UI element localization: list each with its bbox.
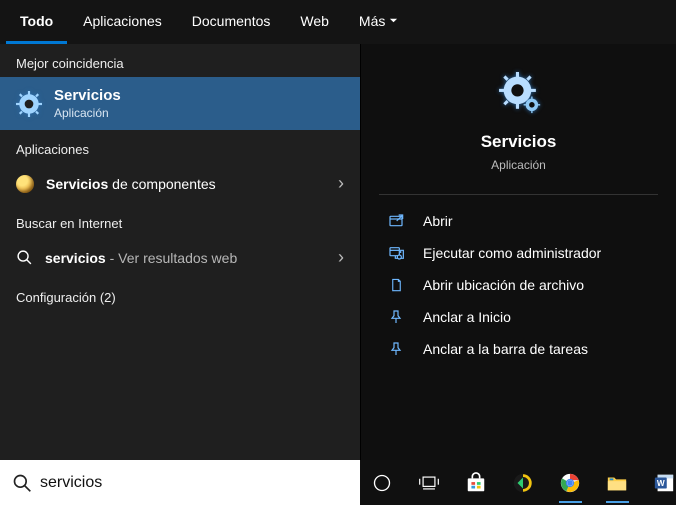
- action-label: Ejecutar como administrador: [423, 245, 601, 261]
- section-apps: Aplicaciones: [0, 130, 360, 163]
- section-best-match: Mejor coincidencia: [0, 44, 360, 77]
- tab-label: Más: [359, 13, 385, 29]
- taskbar-store[interactable]: [464, 469, 487, 497]
- match-text: servicios: [45, 250, 106, 266]
- action-pin-start[interactable]: Anclar a Inicio: [361, 301, 676, 333]
- gear-icon: [16, 91, 42, 117]
- active-indicator: [559, 501, 582, 503]
- folder-icon: [387, 277, 405, 293]
- search-icon: [12, 473, 32, 493]
- taskbar-taskview[interactable]: [417, 469, 440, 497]
- action-run-admin[interactable]: Ejecutar como administrador: [361, 237, 676, 269]
- result-text: Servicios de componentes: [46, 176, 326, 192]
- tab-todo[interactable]: Todo: [6, 0, 67, 44]
- taskbar: W: [360, 460, 676, 505]
- tab-label: Web: [300, 13, 329, 29]
- admin-icon: [387, 245, 405, 261]
- action-open[interactable]: Abrir: [361, 205, 676, 237]
- result-best-servicios[interactable]: Servicios Aplicación: [0, 77, 360, 130]
- result-servicios-componentes[interactable]: Servicios de componentes ›: [0, 163, 360, 204]
- section-config[interactable]: Configuración (2): [0, 278, 360, 311]
- action-pin-taskbar[interactable]: Anclar a la barra de tareas: [361, 333, 676, 365]
- taskbar-word[interactable]: W: [653, 469, 676, 497]
- pin-icon: [387, 309, 405, 325]
- tab-label: Documentos: [192, 13, 271, 29]
- chevron-down-icon: [389, 16, 398, 25]
- taskbar-cortana[interactable]: [370, 469, 393, 497]
- action-label: Abrir ubicación de archivo: [423, 277, 584, 293]
- result-title: Servicios: [54, 87, 121, 104]
- component-services-icon: [16, 175, 34, 193]
- gear-icon: [496, 72, 542, 118]
- chevron-right-icon: ›: [338, 247, 344, 268]
- rest-text: de componentes: [108, 176, 215, 192]
- preview-actions: Abrir Ejecutar como administrador Abrir …: [361, 195, 676, 375]
- result-text: servicios - Ver resultados web: [45, 250, 326, 266]
- section-web: Buscar en Internet: [0, 204, 360, 237]
- preview-title: Servicios: [481, 132, 557, 152]
- preview-header: Servicios Aplicación: [361, 44, 676, 194]
- tab-mas[interactable]: Más: [345, 0, 412, 44]
- open-icon: [387, 213, 405, 229]
- match-text: Servicios: [46, 176, 108, 192]
- search-filter-tabs: Todo Aplicaciones Documentos Web Más: [0, 0, 676, 44]
- svg-text:W: W: [657, 478, 665, 487]
- preview-subtitle: Aplicación: [491, 158, 546, 172]
- taskbar-chrome[interactable]: [559, 469, 582, 497]
- preview-panel: Servicios Aplicación Abrir Ejecutar como…: [360, 44, 676, 460]
- chevron-right-icon: ›: [338, 173, 344, 194]
- search-icon: [16, 249, 33, 266]
- results-panel: Mejor coincidencia Servicios Aplicación …: [0, 44, 360, 460]
- active-indicator: [606, 501, 629, 503]
- tab-aplicaciones[interactable]: Aplicaciones: [69, 0, 176, 44]
- tab-documentos[interactable]: Documentos: [178, 0, 285, 44]
- search-input[interactable]: [40, 474, 348, 492]
- result-web-servicios[interactable]: servicios - Ver resultados web ›: [0, 237, 360, 278]
- action-label: Abrir: [423, 213, 453, 229]
- taskbar-jdownloader[interactable]: [511, 469, 534, 497]
- pin-icon: [387, 341, 405, 357]
- result-subtitle: Aplicación: [54, 106, 121, 120]
- tab-label: Aplicaciones: [83, 13, 162, 29]
- action-open-location[interactable]: Abrir ubicación de archivo: [361, 269, 676, 301]
- result-text: Servicios Aplicación: [54, 87, 121, 120]
- main-area: Mejor coincidencia Servicios Aplicación …: [0, 44, 676, 460]
- action-label: Anclar a Inicio: [423, 309, 511, 325]
- tab-web[interactable]: Web: [286, 0, 343, 44]
- search-box[interactable]: [0, 460, 360, 505]
- rest-text: - Ver resultados web: [106, 250, 238, 266]
- action-label: Anclar a la barra de tareas: [423, 341, 588, 357]
- taskbar-explorer[interactable]: [606, 469, 629, 497]
- tab-label: Todo: [20, 13, 53, 29]
